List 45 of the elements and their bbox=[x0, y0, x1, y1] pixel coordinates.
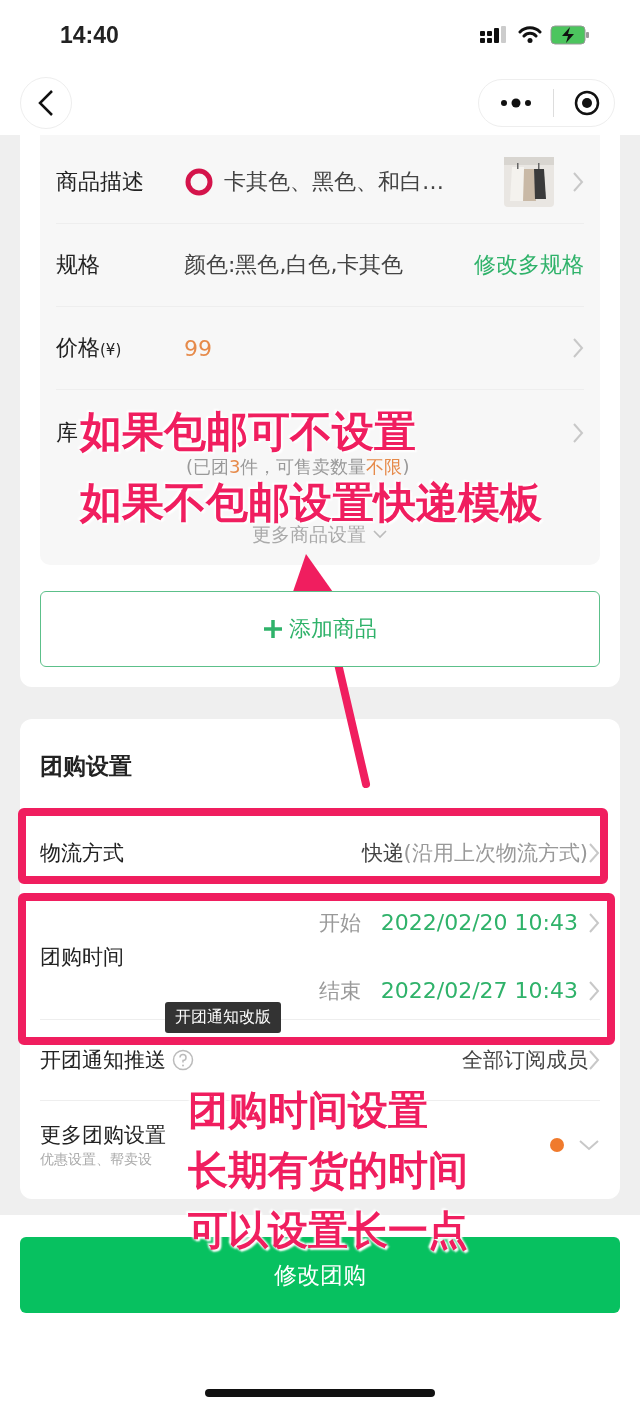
ring-icon bbox=[184, 167, 214, 197]
notify-value[interactable]: 全部订阅成员 bbox=[462, 1046, 588, 1074]
row-label: 团购时间 bbox=[40, 943, 124, 971]
chevron-icon bbox=[572, 422, 584, 444]
price-value[interactable]: 99 bbox=[184, 335, 572, 361]
end-label: 结束 bbox=[318, 977, 361, 1005]
more-settings-toggle[interactable]: 更多商品设置 bbox=[252, 523, 388, 545]
description-text[interactable]: 卡其色、黑色、和白… bbox=[224, 167, 504, 197]
row-subtitle: 优惠设置、帮卖设 bbox=[40, 1151, 152, 1169]
row-label: 库 bbox=[56, 420, 78, 446]
chevron-icon bbox=[572, 171, 584, 193]
annotation-text: 如果不包邮设置快递模板 bbox=[80, 482, 542, 524]
wifi-icon bbox=[518, 26, 542, 44]
add-product-button[interactable]: 添加商品 bbox=[40, 591, 600, 667]
annotation-text: 长期有货的时间 bbox=[188, 1150, 468, 1190]
section-title: 团购设置 bbox=[40, 751, 133, 781]
row-label: 开团通知推送 bbox=[40, 1047, 166, 1074]
back-icon bbox=[37, 87, 55, 118]
chevron-icon bbox=[588, 842, 600, 864]
row-label: 商品描述 bbox=[56, 168, 145, 196]
start-time[interactable]: 2022/02/20 10:43 bbox=[380, 910, 578, 935]
tooltip: 开团通知改版 bbox=[165, 1002, 281, 1033]
end-time[interactable]: 2022/02/27 10:43 bbox=[380, 978, 578, 1003]
stock-note: (已团3件，可售卖数量不限) bbox=[186, 456, 410, 478]
status-time: 14:40 bbox=[60, 21, 119, 49]
start-label: 开始 bbox=[318, 909, 361, 937]
logistics-value[interactable]: 快递(沿用上次物流方式) bbox=[361, 839, 588, 867]
more-icon[interactable] bbox=[499, 96, 533, 109]
battery-icon bbox=[550, 25, 590, 45]
chevron-icon bbox=[578, 1139, 600, 1151]
spec-value: 颜色:黑色,白色,卡其色 bbox=[184, 251, 405, 279]
chevron-icon bbox=[572, 337, 584, 359]
chevron-icon bbox=[588, 911, 600, 934]
row-label: 更多团购设置 bbox=[40, 1122, 166, 1149]
edit-spec-link[interactable]: 修改多规格 bbox=[474, 250, 584, 280]
row-label: 规格 bbox=[56, 251, 101, 279]
chevron-icon bbox=[588, 1049, 600, 1071]
chevron-icon bbox=[588, 979, 600, 1002]
row-label: 物流方式 bbox=[40, 840, 124, 867]
close-icon[interactable] bbox=[574, 89, 600, 116]
annotation-text: 团购时间设置 bbox=[188, 1090, 428, 1130]
plus-icon bbox=[263, 619, 283, 639]
chevron-icon bbox=[372, 529, 388, 539]
row-label: 价格(¥) bbox=[56, 334, 123, 362]
annotation-text: 如果包邮可不设置 bbox=[80, 411, 416, 453]
